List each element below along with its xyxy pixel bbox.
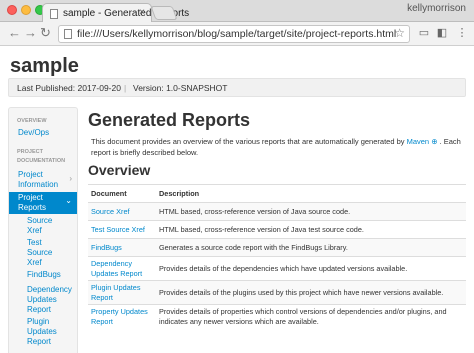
description: Generates a source code report with the …	[156, 238, 466, 257]
sidebar-item-label: Source	[27, 216, 53, 225]
nav-header-overview: OVERVIEW	[17, 118, 47, 124]
close-window-button[interactable]	[7, 5, 17, 15]
chevron-down-icon: ⌄	[65, 196, 72, 205]
intro-text: This document provides an overview of th…	[91, 137, 407, 146]
browser-toolbar: ← → ↻ file:///Users/kellymorrison/blog/s…	[0, 22, 474, 46]
page-title: Generated Reports	[88, 110, 251, 130]
description: Provides details of the dependencies whi…	[156, 256, 466, 281]
address-bar[interactable]: file:///Users/kellymorrison/blog/sample/…	[58, 25, 410, 43]
sidebar-item-label: Updates	[27, 327, 57, 336]
bookmark-star-icon[interactable]: ☆	[394, 26, 405, 40]
separator: |	[124, 83, 127, 93]
document-link[interactable]: Test Source Xref	[88, 220, 156, 239]
intro-paragraph: This document provides an overview of th…	[91, 136, 469, 158]
document-link[interactable]: Plugin Updates Report	[88, 280, 156, 305]
table-row: Plugin Updates Report Provides details o…	[88, 280, 466, 305]
sidebar-item-project-reports[interactable]: Project Reports ⌄	[9, 192, 77, 214]
version: Version: 1.0-SNAPSHOT	[133, 83, 228, 93]
sidebar-item-label: Xref	[27, 226, 42, 235]
description: HTML based, cross-reference version of J…	[156, 202, 466, 221]
browser-tab[interactable]: sample - Generated Reports ×	[42, 3, 189, 23]
sidebar-item-label: Xref	[27, 258, 42, 267]
nav-header-project-doc: PROJECT	[17, 149, 43, 155]
minimize-window-button[interactable]	[21, 5, 31, 15]
new-tab-button[interactable]	[150, 6, 178, 20]
document-link[interactable]: Dependency Updates Report	[88, 256, 156, 281]
sidebar-item-plugin-updates[interactable]: Plugin Updates Report	[9, 317, 77, 347]
site-title[interactable]: sample	[10, 55, 79, 78]
column-header-document: Document	[88, 184, 156, 203]
document-link[interactable]: Source Xref	[88, 202, 156, 221]
sidebar-item-label: Dev/Ops	[18, 128, 50, 137]
description: Provides details of properties which con…	[156, 304, 466, 329]
sidebar-item-project-information[interactable]: Project Information ›	[9, 170, 77, 190]
sidebar-item-test-source-xref[interactable]: Test Source Xref	[9, 238, 77, 268]
sidebar-item-label: Report	[27, 305, 52, 314]
tab-bar: sample - Generated Reports × kellymorris…	[0, 0, 474, 23]
back-arrow-icon[interactable]: ←	[8, 26, 21, 40]
sidebar-item-label: Report	[27, 337, 52, 346]
cast-icon[interactable]: ▭	[418, 27, 430, 39]
tab-close-icon[interactable]: ×	[139, 7, 145, 18]
sidebar-item-source-xref[interactable]: Source Xref	[9, 216, 77, 236]
table-row: Test Source Xref HTML based, cross-refer…	[88, 220, 466, 239]
sidebar-item-label: Information	[18, 180, 59, 189]
last-published: Last Published: 2017-09-20	[17, 83, 121, 93]
page-icon	[50, 9, 58, 19]
sidebar: OVERVIEW Dev/Ops PROJECT DOCUMENTATION P…	[8, 107, 78, 353]
sidebar-item-label: Test	[27, 238, 42, 247]
document-link[interactable]: FindBugs	[88, 238, 156, 257]
document-link[interactable]: Property Updates Report	[88, 304, 156, 329]
sidebar-item-label: FindBugs	[27, 270, 61, 279]
column-header-description: Description	[156, 184, 466, 203]
menu-icon[interactable]: ⋮	[456, 27, 468, 39]
sidebar-item-label: Source	[27, 248, 53, 257]
description: Provides details of the plugins used by …	[156, 280, 466, 305]
chevron-right-icon: ›	[69, 174, 72, 183]
reload-icon[interactable]: ↻	[40, 26, 51, 40]
description: HTML based, cross-reference version of J…	[156, 220, 466, 239]
nav-header-project-doc-2: DOCUMENTATION	[17, 158, 66, 164]
maven-link[interactable]: Maven	[407, 137, 430, 146]
reports-table: Document Description Source Xref HTML ba…	[88, 184, 466, 329]
overview-heading: Overview	[88, 162, 151, 178]
sidebar-item-dependency-updates[interactable]: Dependency Updates Report	[9, 285, 77, 315]
sidebar-item-devops[interactable]: Dev/Ops	[9, 128, 77, 138]
table-row: FindBugs Generates a source code report …	[88, 238, 466, 257]
page-content: sample Last Published: 2017-09-20 | Vers…	[0, 47, 474, 353]
page-icon	[64, 29, 72, 39]
table-row: Dependency Updates Report Provides detai…	[88, 256, 466, 281]
table-row: Source Xref HTML based, cross-reference …	[88, 202, 466, 221]
extension-icon[interactable]: ◧	[436, 27, 448, 39]
sidebar-item-label: Updates	[27, 295, 57, 304]
table-row: Property Updates Report Provides details…	[88, 304, 466, 329]
sidebar-item-label: Project	[18, 170, 43, 179]
sidebar-item-label: Plugin	[27, 317, 50, 326]
publish-bar: Last Published: 2017-09-20 | Version: 1.…	[8, 78, 466, 97]
url-text[interactable]: file:///Users/kellymorrison/blog/sample/…	[77, 28, 396, 40]
forward-arrow-icon[interactable]: →	[24, 26, 37, 40]
sidebar-item-label: Dependency	[27, 285, 72, 294]
sidebar-item-findbugs[interactable]: FindBugs	[9, 270, 77, 280]
profile-name[interactable]: kellymorrison	[407, 3, 466, 14]
